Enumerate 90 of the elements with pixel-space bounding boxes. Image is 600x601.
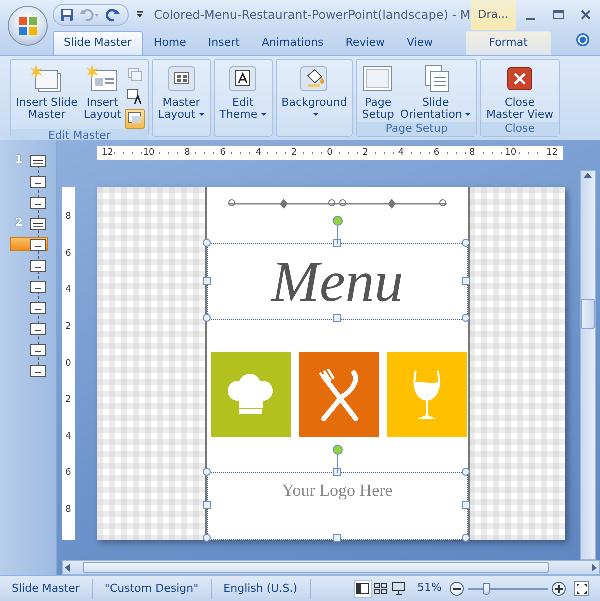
slide-number: 2	[14, 215, 24, 232]
resize-handle[interactable]	[203, 501, 211, 509]
rotation-handle[interactable]	[332, 216, 342, 244]
resize-handle[interactable]	[462, 468, 470, 476]
ribbon-tab[interactable]: Slide Master	[53, 30, 143, 55]
scroll-left-icon[interactable]	[63, 562, 73, 572]
resize-handle[interactable]	[332, 239, 340, 247]
ribbon-tab[interactable]: Format	[466, 30, 551, 55]
ruler-label: 0	[64, 358, 72, 368]
ruler-label: 6	[64, 468, 72, 478]
zoom-slider-thumb[interactable]	[483, 582, 490, 594]
ribbon-button[interactable]: Insert Layout	[82, 63, 124, 129]
paint-bucket-icon	[298, 64, 330, 94]
slide-show-button[interactable]	[390, 580, 408, 598]
layout-thumbnail[interactable]	[30, 176, 46, 188]
master-thumbnail[interactable]	[30, 218, 46, 230]
placeholder-button[interactable]	[125, 109, 146, 129]
layout-thumbnail[interactable]	[30, 302, 46, 314]
master-thumbnail[interactable]	[30, 154, 46, 166]
ribbon-button[interactable]: Insert Slide Master	[14, 63, 80, 129]
slides-icon	[127, 67, 144, 83]
layout-thumbnail[interactable]	[30, 260, 46, 272]
resize-handle[interactable]	[332, 314, 340, 322]
normal-view-button[interactable]	[354, 580, 372, 598]
resize-handle[interactable]	[462, 534, 470, 542]
ruler-label: 6	[64, 248, 72, 259]
page-icon	[362, 64, 394, 94]
ribbon-tab[interactable]: Review	[334, 30, 396, 55]
status-text: English (U.S.)	[212, 578, 310, 598]
slide-number: 1	[14, 152, 24, 168]
scroll-thumb[interactable]	[581, 299, 595, 329]
ruler-label: 2	[64, 322, 72, 332]
resize-handle[interactable]	[332, 534, 340, 542]
layout-thumbnail[interactable]	[30, 322, 46, 334]
theme-icon	[227, 64, 260, 94]
title-icon	[127, 89, 144, 105]
save-icon[interactable]	[60, 8, 74, 22]
layout-thumbnail[interactable]	[30, 238, 46, 250]
insert-layout-icon	[86, 64, 119, 94]
slide-title: Menu	[270, 250, 405, 314]
rotation-handle[interactable]	[332, 445, 342, 473]
ribbon-tab[interactable]: Home	[142, 30, 198, 55]
minimize-icon	[526, 18, 535, 20]
resize-handle[interactable]	[462, 501, 470, 509]
window-title: Colored-Menu-Restaurant-PowerPoint(landscape) - M	[154, 7, 471, 24]
zoom-in-button[interactable]	[552, 582, 566, 596]
group-label: Page Setup	[357, 122, 476, 136]
fit-to-window-icon[interactable]	[574, 580, 590, 596]
status-text: Slide Master	[0, 578, 93, 598]
vertical-scrollbar[interactable]	[580, 170, 596, 560]
resize-handle[interactable]	[203, 534, 211, 542]
customize-caret-icon[interactable]	[137, 11, 144, 19]
close-master-view-button[interactable]: Close Master View	[484, 63, 556, 122]
layout-thumbnail[interactable]	[30, 280, 46, 292]
zoom-percentage: 51%	[418, 580, 442, 596]
logo-placeholder-text: Your Logo Here	[281, 480, 394, 502]
scroll-right-icon[interactable]	[589, 562, 599, 572]
ribbon-tab[interactable]: Insert	[197, 30, 251, 55]
resize-handle[interactable]	[203, 468, 211, 476]
resize-handle[interactable]	[462, 239, 470, 247]
insert-master-icon	[30, 64, 63, 94]
layout-grid-icon	[166, 64, 198, 94]
close-icon	[581, 10, 591, 20]
ruler-label: 8	[64, 212, 72, 222]
horizontal-scrollbar[interactable]	[62, 560, 600, 575]
status-text: "Custom Design"	[92, 578, 212, 598]
office-logo-icon	[18, 16, 38, 36]
layout-thumbnail[interactable]	[30, 364, 46, 376]
resize-handle[interactable]	[203, 314, 211, 322]
resize-handle[interactable]	[332, 468, 340, 476]
ribbon-tab[interactable]: Animations	[250, 30, 335, 55]
ribbon-button[interactable]: Slide Orientation	[398, 63, 474, 122]
ribbon-button[interactable]: Page Setup	[360, 63, 396, 122]
group-label: Close	[481, 122, 559, 136]
zoom-out-button[interactable]	[450, 582, 464, 596]
contextual-tab-label: Dra...	[470, 0, 516, 30]
resize-handle[interactable]	[462, 314, 470, 322]
ribbon-tab[interactable]: View	[396, 30, 444, 55]
help-icon[interactable]	[576, 32, 590, 46]
ruler-label: 8	[64, 505, 72, 515]
maximize-icon	[552, 10, 564, 20]
layout-thumbnail[interactable]	[30, 196, 46, 208]
layout-thumbnail[interactable]	[30, 344, 46, 356]
resize-handle[interactable]	[203, 276, 211, 284]
scroll-up-icon[interactable]	[583, 171, 593, 179]
resize-handle[interactable]	[203, 239, 211, 247]
scroll-thumb[interactable]	[83, 562, 549, 573]
ruler-label: 4	[64, 432, 72, 442]
redo-icon[interactable]	[106, 8, 120, 22]
resize-handle[interactable]	[462, 276, 470, 284]
